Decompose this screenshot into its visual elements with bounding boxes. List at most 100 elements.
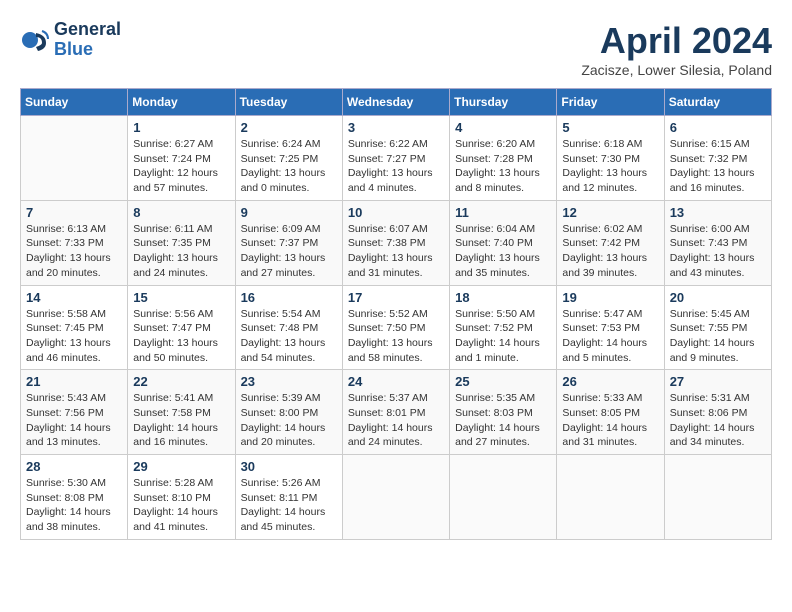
day-number: 29 xyxy=(133,459,229,474)
calendar-week-row: 14 Sunrise: 5:58 AM Sunset: 7:45 PM Dayli… xyxy=(21,285,772,370)
calendar-cell: 11Sunrise: 6:04 AM Sunset: 7:40 PM Dayli… xyxy=(450,200,557,285)
calendar-header-row: SundayMondayTuesdayWednesdayThursdayFrid… xyxy=(21,89,772,116)
day-info: Sunrise: 6:18 AM Sunset: 7:30 PM Dayligh… xyxy=(562,137,658,196)
day-number: 13 xyxy=(670,205,766,220)
calendar-cell: 30 Sunrise: 5:26 AM Sunset: 8:11 PM Dayli… xyxy=(235,455,342,540)
day-info: Sunrise: 5:47 AM Sunset: 7:53 PM Dayligh… xyxy=(562,307,658,366)
day-info: Sunrise: 6:15 AM Sunset: 7:32 PM Dayligh… xyxy=(670,137,766,196)
day-number: 1 xyxy=(133,120,229,135)
calendar-day-header: Tuesday xyxy=(235,89,342,116)
day-info: Sunrise: 5:39 AM Sunset: 8:00 PM Dayligh… xyxy=(241,391,337,450)
day-number: 12 xyxy=(562,205,658,220)
calendar-week-row: 7 Sunrise: 6:13 AM Sunset: 7:33 PM Daylig… xyxy=(21,200,772,285)
day-number: 5 xyxy=(562,120,658,135)
calendar-day-header: Monday xyxy=(128,89,235,116)
page-header: General Blue April 2024 Zacisze, Lower S… xyxy=(20,20,772,78)
day-number: 19 xyxy=(562,290,658,305)
day-info: Sunrise: 5:37 AM Sunset: 8:01 PM Dayligh… xyxy=(348,391,444,450)
calendar-cell xyxy=(557,455,664,540)
day-info: Sunrise: 5:28 AM Sunset: 8:10 PM Dayligh… xyxy=(133,476,229,535)
calendar-cell: 2 Sunrise: 6:24 AM Sunset: 7:25 PM Daylig… xyxy=(235,116,342,201)
calendar-cell: 8 Sunrise: 6:11 AM Sunset: 7:35 PM Daylig… xyxy=(128,200,235,285)
calendar-table: SundayMondayTuesdayWednesdayThursdayFrid… xyxy=(20,88,772,540)
calendar-cell: 3 Sunrise: 6:22 AM Sunset: 7:27 PM Daylig… xyxy=(342,116,449,201)
day-info: Sunrise: 6:07 AM Sunset: 7:38 PM Dayligh… xyxy=(348,222,444,281)
calendar-cell: 23 Sunrise: 5:39 AM Sunset: 8:00 PM Dayli… xyxy=(235,370,342,455)
logo-text: General Blue xyxy=(54,20,121,60)
calendar-cell xyxy=(21,116,128,201)
day-info: Sunrise: 6:11 AM Sunset: 7:35 PM Dayligh… xyxy=(133,222,229,281)
day-info: Sunrise: 5:30 AM Sunset: 8:08 PM Dayligh… xyxy=(26,476,122,535)
calendar-cell: 5 Sunrise: 6:18 AM Sunset: 7:30 PM Daylig… xyxy=(557,116,664,201)
calendar-day-header: Friday xyxy=(557,89,664,116)
day-number: 15 xyxy=(133,290,229,305)
day-info: Sunrise: 5:35 AM Sunset: 8:03 PM Dayligh… xyxy=(455,391,551,450)
day-number: 28 xyxy=(26,459,122,474)
calendar-day-header: Thursday xyxy=(450,89,557,116)
location: Zacisze, Lower Silesia, Poland xyxy=(581,62,772,78)
calendar-cell: 28 Sunrise: 5:30 AM Sunset: 8:08 PM Dayli… xyxy=(21,455,128,540)
day-number: 21 xyxy=(26,374,122,389)
day-number: 18 xyxy=(455,290,551,305)
day-info: Sunrise: 5:54 AM Sunset: 7:48 PM Dayligh… xyxy=(241,307,337,366)
day-number: 16 xyxy=(241,290,337,305)
day-number: 10 xyxy=(348,205,444,220)
calendar-cell: 15Sunrise: 5:56 AM Sunset: 7:47 PM Dayli… xyxy=(128,285,235,370)
day-info: Sunrise: 6:09 AM Sunset: 7:37 PM Dayligh… xyxy=(241,222,337,281)
day-info: Sunrise: 5:26 AM Sunset: 8:11 PM Dayligh… xyxy=(241,476,337,535)
day-info: Sunrise: 5:43 AM Sunset: 7:56 PM Dayligh… xyxy=(26,391,122,450)
day-number: 14 xyxy=(26,290,122,305)
day-info: Sunrise: 6:20 AM Sunset: 7:28 PM Dayligh… xyxy=(455,137,551,196)
calendar-cell: 9 Sunrise: 6:09 AM Sunset: 7:37 PM Daylig… xyxy=(235,200,342,285)
day-number: 4 xyxy=(455,120,551,135)
day-info: Sunrise: 6:00 AM Sunset: 7:43 PM Dayligh… xyxy=(670,222,766,281)
calendar-cell: 24 Sunrise: 5:37 AM Sunset: 8:01 PM Dayli… xyxy=(342,370,449,455)
calendar-cell: 16 Sunrise: 5:54 AM Sunset: 7:48 PM Dayli… xyxy=(235,285,342,370)
day-info: Sunrise: 6:13 AM Sunset: 7:33 PM Dayligh… xyxy=(26,222,122,281)
calendar-week-row: 1 Sunrise: 6:27 AM Sunset: 7:24 PM Daylig… xyxy=(21,116,772,201)
calendar-cell: 26 Sunrise: 5:33 AM Sunset: 8:05 PM Dayli… xyxy=(557,370,664,455)
day-number: 26 xyxy=(562,374,658,389)
calendar-cell: 12 Sunrise: 6:02 AM Sunset: 7:42 PM Dayli… xyxy=(557,200,664,285)
month-title: April 2024 xyxy=(581,20,772,62)
calendar-cell: 4 Sunrise: 6:20 AM Sunset: 7:28 PM Daylig… xyxy=(450,116,557,201)
day-info: Sunrise: 5:41 AM Sunset: 7:58 PM Dayligh… xyxy=(133,391,229,450)
logo-icon xyxy=(20,25,50,55)
day-info: Sunrise: 5:31 AM Sunset: 8:06 PM Dayligh… xyxy=(670,391,766,450)
calendar-cell: 21 Sunrise: 5:43 AM Sunset: 7:56 PM Dayli… xyxy=(21,370,128,455)
day-number: 3 xyxy=(348,120,444,135)
day-number: 25 xyxy=(455,374,551,389)
calendar-cell: 18Sunrise: 5:50 AM Sunset: 7:52 PM Dayli… xyxy=(450,285,557,370)
day-info: Sunrise: 5:33 AM Sunset: 8:05 PM Dayligh… xyxy=(562,391,658,450)
calendar-cell: 17Sunrise: 5:52 AM Sunset: 7:50 PM Dayli… xyxy=(342,285,449,370)
day-info: Sunrise: 6:27 AM Sunset: 7:24 PM Dayligh… xyxy=(133,137,229,196)
day-number: 27 xyxy=(670,374,766,389)
day-number: 6 xyxy=(670,120,766,135)
calendar-cell: 20Sunrise: 5:45 AM Sunset: 7:55 PM Dayli… xyxy=(664,285,771,370)
calendar-cell xyxy=(450,455,557,540)
day-number: 30 xyxy=(241,459,337,474)
day-number: 23 xyxy=(241,374,337,389)
day-number: 24 xyxy=(348,374,444,389)
day-number: 8 xyxy=(133,205,229,220)
day-number: 9 xyxy=(241,205,337,220)
day-number: 2 xyxy=(241,120,337,135)
logo: General Blue xyxy=(20,20,121,60)
day-number: 17 xyxy=(348,290,444,305)
day-info: Sunrise: 5:45 AM Sunset: 7:55 PM Dayligh… xyxy=(670,307,766,366)
day-info: Sunrise: 6:02 AM Sunset: 7:42 PM Dayligh… xyxy=(562,222,658,281)
day-number: 22 xyxy=(133,374,229,389)
day-info: Sunrise: 5:58 AM Sunset: 7:45 PM Dayligh… xyxy=(26,307,122,366)
calendar-cell: 7 Sunrise: 6:13 AM Sunset: 7:33 PM Daylig… xyxy=(21,200,128,285)
calendar-day-header: Sunday xyxy=(21,89,128,116)
day-info: Sunrise: 6:22 AM Sunset: 7:27 PM Dayligh… xyxy=(348,137,444,196)
calendar-cell: 19 Sunrise: 5:47 AM Sunset: 7:53 PM Dayli… xyxy=(557,285,664,370)
day-info: Sunrise: 6:24 AM Sunset: 7:25 PM Dayligh… xyxy=(241,137,337,196)
day-number: 7 xyxy=(26,205,122,220)
calendar-week-row: 21 Sunrise: 5:43 AM Sunset: 7:56 PM Dayli… xyxy=(21,370,772,455)
calendar-cell xyxy=(342,455,449,540)
calendar-cell xyxy=(664,455,771,540)
day-info: Sunrise: 6:04 AM Sunset: 7:40 PM Dayligh… xyxy=(455,222,551,281)
calendar-cell: 27 Sunrise: 5:31 AM Sunset: 8:06 PM Dayli… xyxy=(664,370,771,455)
calendar-week-row: 28 Sunrise: 5:30 AM Sunset: 8:08 PM Dayli… xyxy=(21,455,772,540)
